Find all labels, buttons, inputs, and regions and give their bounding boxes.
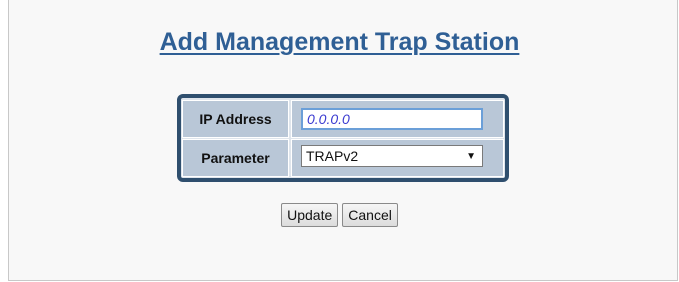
parameter-select[interactable]: TRAPv2 ▼ <box>301 145 483 167</box>
parameter-row: Parameter TRAPv2 ▼ <box>182 139 504 177</box>
ip-address-label: IP Address <box>182 100 289 138</box>
ip-address-cell <box>291 100 504 138</box>
page-title: Add Management Trap Station <box>159 28 520 56</box>
parameter-selected-value: TRAPv2 <box>306 148 359 164</box>
trap-station-form: IP Address Parameter TRAPv2 ▼ <box>177 94 509 182</box>
update-button[interactable]: Update <box>281 203 339 227</box>
parameter-label: Parameter <box>182 139 289 177</box>
ip-address-row: IP Address <box>182 100 504 138</box>
action-buttons: Update Cancel <box>0 203 679 227</box>
ip-address-input[interactable] <box>301 108 483 130</box>
dropdown-arrow-icon: ▼ <box>466 150 476 162</box>
parameter-cell: TRAPv2 ▼ <box>291 139 504 177</box>
cancel-button[interactable]: Cancel <box>342 203 398 227</box>
